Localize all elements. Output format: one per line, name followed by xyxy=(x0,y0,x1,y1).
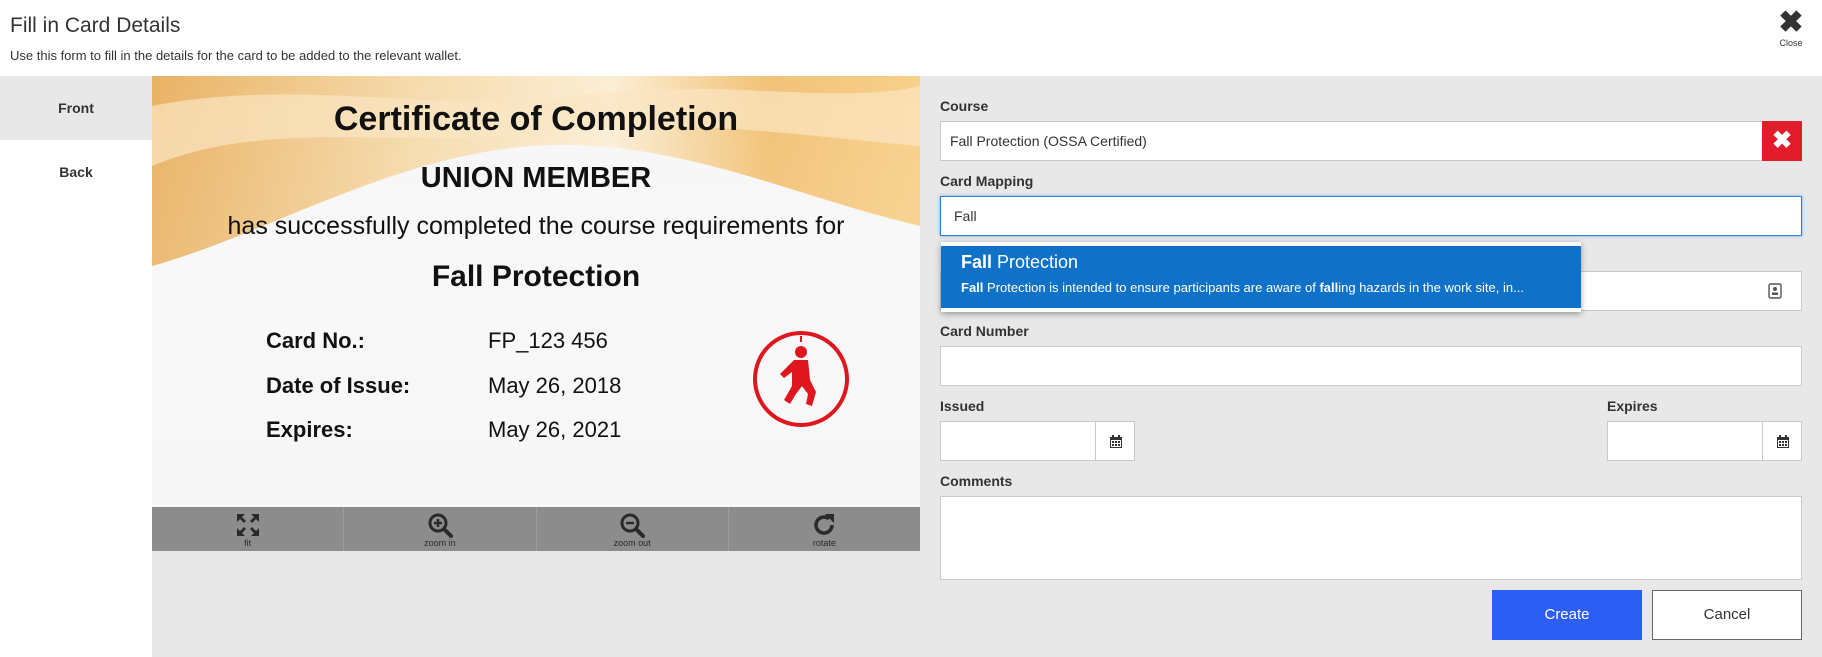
course-label: Course xyxy=(940,98,989,114)
row-value: May 26, 2021 xyxy=(488,417,622,442)
side-tabs: Front Back xyxy=(0,76,152,657)
card-mapping-label: Card Mapping xyxy=(940,173,1034,189)
expires-label: Expires xyxy=(1607,398,1658,414)
zoom-in-button[interactable]: zoom in xyxy=(344,507,537,551)
cancel-button[interactable]: Cancel xyxy=(1652,590,1802,640)
close-button[interactable]: ✖ Close xyxy=(1774,6,1808,49)
certificate-member: UNION MEMBER xyxy=(420,162,652,194)
create-button[interactable]: Create xyxy=(1492,590,1642,640)
card-viewer: Certificate of Completion UNION MEMBER h… xyxy=(152,76,920,657)
card-mapping-suggestions: Fall Protection Fall Protection is inten… xyxy=(941,242,1581,312)
clear-icon: ✖ xyxy=(1771,127,1793,154)
comments-label: Comments xyxy=(940,473,1013,489)
dialog-header: Fill in Card Details Use this form to fi… xyxy=(0,0,1822,76)
row-value: FP_123 456 xyxy=(488,328,608,353)
zoom-out-button[interactable]: zoom out xyxy=(537,507,729,551)
suggestion-fall-protection[interactable]: Fall Protection Fall Protection is inten… xyxy=(941,246,1581,308)
certificate-description: has successfully completed the course re… xyxy=(227,212,845,240)
tab-back[interactable]: Back xyxy=(0,140,152,204)
expires-date-input[interactable] xyxy=(1607,421,1763,461)
close-label: Close xyxy=(1779,38,1803,48)
close-icon: ✖ xyxy=(1778,6,1804,39)
card-number-input[interactable] xyxy=(940,346,1802,386)
certificate-row-card-no: Card No.: FP_123 456 xyxy=(266,328,608,354)
card-number-label: Card Number xyxy=(940,323,1029,339)
calendar-icon xyxy=(1777,435,1789,448)
zoom-in-label: zoom in xyxy=(424,538,456,548)
zoom-out-label: zoom out xyxy=(613,538,651,548)
zoom-out-icon xyxy=(620,513,646,538)
fall-protection-badge-icon xyxy=(753,331,849,427)
rotate-label: rotate xyxy=(812,538,836,548)
dialog-title: Fill in Card Details xyxy=(10,14,181,37)
fit-icon xyxy=(236,514,259,536)
comments-textarea[interactable] xyxy=(940,496,1802,580)
viewer-toolbar: fit zoom in zoom out rotate xyxy=(152,507,920,551)
issued-date-input[interactable] xyxy=(940,421,1096,461)
suggestion-title: Fall Protection xyxy=(961,252,1079,272)
zoom-in-icon xyxy=(428,513,453,538)
tab-front[interactable]: Front xyxy=(0,76,152,140)
row-key: Expires: xyxy=(266,417,353,442)
dialog-subtitle: Use this form to fill in the details for… xyxy=(10,48,462,63)
card-form: Course ✖ Card Mapping Card Number Issued xyxy=(940,76,1802,657)
fit-button[interactable]: fit xyxy=(152,507,345,551)
rotate-icon xyxy=(814,514,835,535)
issued-label: Issued xyxy=(940,398,985,414)
expires-calendar-button[interactable] xyxy=(1762,421,1802,461)
row-value: May 26, 2018 xyxy=(488,373,622,398)
certificate-title: Certificate of Completion xyxy=(333,100,739,138)
certificate-course: Fall Protection xyxy=(431,260,641,293)
card-mapping-input[interactable] xyxy=(940,196,1802,236)
row-key: Date of Issue: xyxy=(266,373,411,398)
dialog-body: Front Back Certificate of Completion UNI… xyxy=(0,76,1822,657)
clear-course-button[interactable]: ✖ xyxy=(1762,121,1802,161)
rotate-button[interactable]: rotate xyxy=(729,507,920,551)
fit-label: fit xyxy=(244,538,252,548)
certificate-row-issue-date: Date of Issue: May 26, 2018 xyxy=(266,373,621,399)
contact-card-icon xyxy=(1768,283,1782,299)
row-key: Card No.: xyxy=(266,328,365,353)
issued-calendar-button[interactable] xyxy=(1095,421,1135,461)
certificate-row-expires: Expires: May 26, 2021 xyxy=(266,417,621,443)
suggestion-description: Fall Protection is intended to ensure pa… xyxy=(961,280,1524,295)
card-image: Certificate of Completion UNION MEMBER h… xyxy=(152,76,920,507)
calendar-icon xyxy=(1110,435,1122,448)
course-input[interactable] xyxy=(940,121,1763,161)
